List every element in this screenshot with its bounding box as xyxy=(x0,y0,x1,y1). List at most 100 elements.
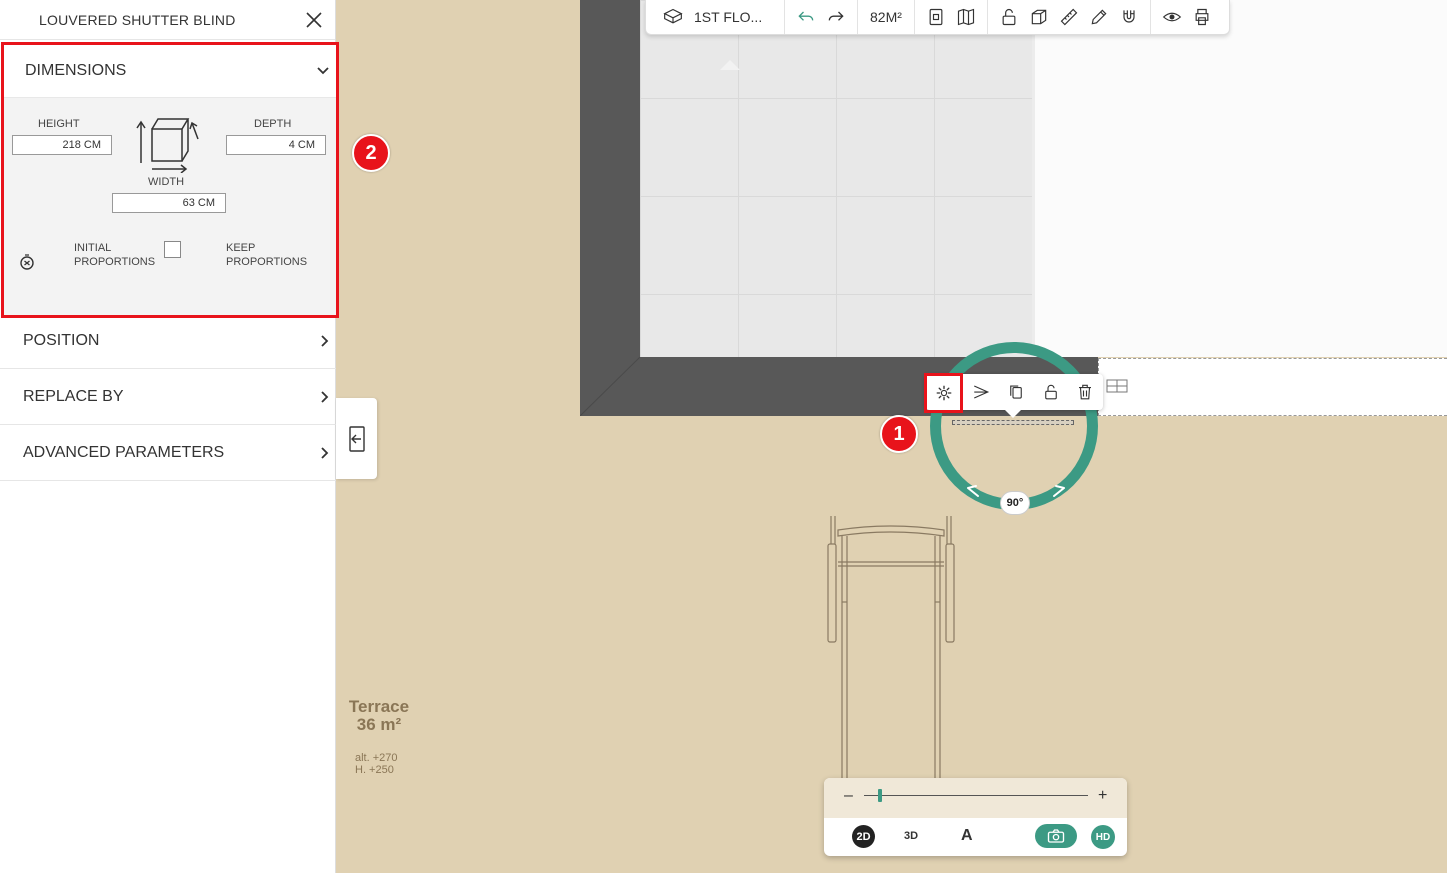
window-symbol-icon xyxy=(1106,379,1128,393)
close-icon xyxy=(306,11,322,28)
replace-by-title: REPLACE BY xyxy=(23,387,124,405)
draw-button[interactable] xyxy=(1084,2,1114,32)
magnet-icon xyxy=(1123,10,1135,23)
replace-by-section[interactable]: REPLACE BY xyxy=(0,369,336,425)
wall-left xyxy=(580,0,640,416)
view-mode-bar: 2D 3D A HD xyxy=(824,818,1127,856)
magnet-button[interactable] xyxy=(1114,2,1144,32)
printer-icon xyxy=(1195,8,1209,26)
lock-tool-button[interactable] xyxy=(994,2,1024,32)
height-input[interactable]: 218 CM xyxy=(12,135,112,155)
step-badge-1: 1 xyxy=(880,415,918,453)
room-label: Terrace 36 m² xyxy=(346,698,412,734)
hd-render-button[interactable]: HD xyxy=(1091,825,1115,849)
map-button[interactable] xyxy=(951,2,981,32)
floor-group: 1ST FLO... xyxy=(652,0,785,34)
undo-button[interactable] xyxy=(791,2,821,32)
room-floor-tiles[interactable] xyxy=(640,0,1032,357)
tools-group xyxy=(988,0,1151,34)
chevron-right-icon xyxy=(321,446,329,459)
initial-proportions-label: INITIAL PROPORTIONS xyxy=(74,242,156,268)
duplicate-button[interactable] xyxy=(998,374,1033,410)
view-2d-button[interactable]: 2D xyxy=(852,825,875,848)
panel-title: LOUVERED SHUTTER BLIND xyxy=(39,11,236,28)
map-icon xyxy=(957,8,974,26)
room-meta: alt. +270 H. +250 xyxy=(355,752,398,776)
zoom-slider-area: – + xyxy=(824,778,1127,818)
redo-button[interactable] xyxy=(821,2,851,32)
zoom-slider-thumb[interactable] xyxy=(877,789,882,802)
room-altitude: alt. +270 xyxy=(355,752,398,764)
wall-corner xyxy=(580,357,640,416)
properties-panel: LOUVERED SHUTTER BLIND DIMENSIONS HEIGHT… xyxy=(0,0,339,873)
chevron-down-icon xyxy=(317,67,329,75)
pencil-icon xyxy=(1091,9,1107,25)
height-label: HEIGHT xyxy=(38,118,80,130)
annotation-button[interactable]: A xyxy=(961,827,973,845)
mirror-button[interactable] xyxy=(963,374,998,410)
unlock-icon xyxy=(1044,384,1057,400)
position-title: POSITION xyxy=(23,331,100,349)
width-label: WIDTH xyxy=(148,176,185,188)
chevron-right-icon xyxy=(321,390,329,403)
area-group: 82M² xyxy=(858,0,915,34)
adjacent-room[interactable] xyxy=(1032,0,1447,357)
rotation-angle[interactable]: 90° xyxy=(1000,491,1030,515)
furniture-chair[interactable] xyxy=(826,514,956,784)
cube-floor-icon xyxy=(663,8,683,24)
print-button[interactable] xyxy=(1187,2,1217,32)
floor-label[interactable]: 1ST FLO... xyxy=(688,9,778,25)
cube-icon xyxy=(1031,9,1047,25)
reset-proportions-button[interactable] xyxy=(18,253,36,271)
zoom-in-button[interactable]: + xyxy=(1098,787,1107,805)
zoom-out-button[interactable]: – xyxy=(844,787,853,805)
snapshot-button[interactable] xyxy=(1035,824,1077,848)
rotation-ring[interactable] xyxy=(930,342,1098,510)
history-group xyxy=(785,0,858,34)
camera-icon xyxy=(1047,829,1065,843)
top-toolbar: 1ST FLO... 82M² xyxy=(645,0,1230,35)
dimensions-header[interactable]: DIMENSIONS xyxy=(4,45,336,98)
view-3d-button[interactable]: 3D xyxy=(904,830,918,842)
keep-proportions-checkbox[interactable] xyxy=(164,241,181,258)
box-tool-button[interactable] xyxy=(1024,2,1054,32)
view-group xyxy=(1151,0,1223,34)
rotate-left-arrow-icon[interactable] xyxy=(966,482,992,500)
zoom-track[interactable] xyxy=(864,795,1088,796)
document-button[interactable] xyxy=(921,2,951,32)
visibility-button[interactable] xyxy=(1157,2,1187,32)
lock-button[interactable] xyxy=(1033,374,1068,410)
settings-button[interactable] xyxy=(924,372,964,413)
room-height: H. +250 xyxy=(355,764,394,776)
selected-blind[interactable] xyxy=(952,420,1074,425)
advanced-parameters-title: ADVANCED PARAMETERS xyxy=(23,443,225,461)
depth-input[interactable]: 4 CM xyxy=(226,135,326,155)
close-panel-button[interactable] xyxy=(303,9,325,31)
chevron-right-icon xyxy=(321,334,329,347)
dimension-box-icon xyxy=(136,118,199,173)
room-area: 36 m² xyxy=(356,715,402,734)
object-context-toolbar xyxy=(924,372,1103,418)
terrace-window-strip[interactable] xyxy=(1098,358,1447,416)
copy-icon xyxy=(1009,385,1022,399)
reset-timer-icon xyxy=(20,254,34,270)
unlock-icon xyxy=(1002,9,1016,26)
room-name: Terrace xyxy=(348,697,410,716)
delete-button[interactable] xyxy=(1068,374,1103,410)
panel-header: LOUVERED SHUTTER BLIND xyxy=(0,0,335,40)
rotate-right-arrow-icon[interactable] xyxy=(1040,482,1066,500)
position-section[interactable]: POSITION xyxy=(0,313,336,369)
measure-button[interactable] xyxy=(1054,2,1084,32)
trash-icon xyxy=(1079,384,1092,400)
floor-selector-button[interactable] xyxy=(658,2,688,32)
area-label[interactable]: 82M² xyxy=(864,9,908,25)
width-input[interactable]: 63 CM xyxy=(112,193,226,213)
advanced-parameters-section[interactable]: ADVANCED PARAMETERS xyxy=(0,425,336,481)
view-controls-panel: – + 2D 3D A HD xyxy=(824,778,1127,856)
undo-icon xyxy=(798,11,814,21)
step-badge-2: 2 xyxy=(352,134,390,172)
tile-marker xyxy=(720,60,740,70)
document-icon xyxy=(929,8,943,26)
docs-group xyxy=(915,0,988,34)
collapse-panel-button[interactable] xyxy=(336,398,377,479)
